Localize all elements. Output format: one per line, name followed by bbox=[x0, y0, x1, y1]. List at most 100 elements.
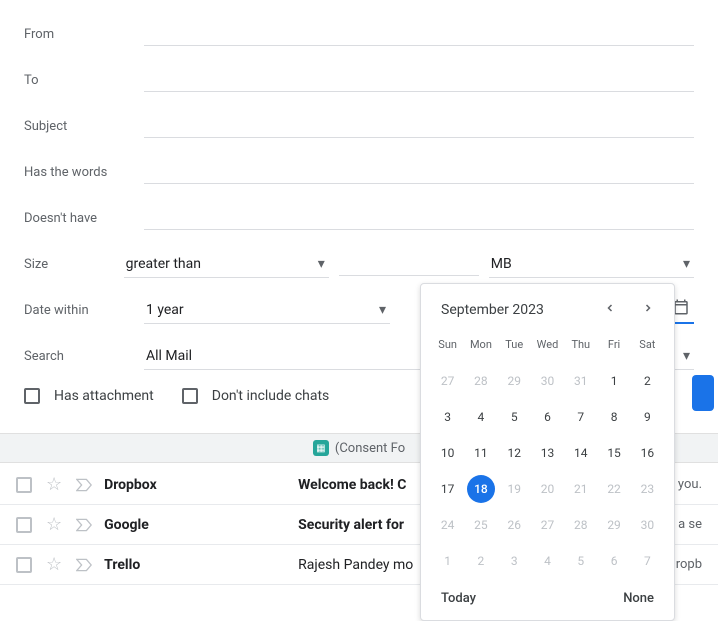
importance-marker-icon[interactable] bbox=[76, 558, 90, 572]
datepicker-day[interactable]: 5 bbox=[567, 547, 595, 575]
datepicker-dow: Tue bbox=[498, 332, 531, 359]
datepicker-day[interactable]: 10 bbox=[434, 439, 462, 467]
datepicker-day[interactable]: 17 bbox=[434, 475, 462, 503]
checkbox-icon bbox=[182, 388, 198, 404]
datepicker-day[interactable]: 23 bbox=[633, 475, 661, 503]
datepicker-day[interactable]: 30 bbox=[633, 511, 661, 539]
datepicker-day[interactable]: 11 bbox=[467, 439, 495, 467]
datepicker-day[interactable]: 8 bbox=[600, 403, 628, 431]
datepicker-dow: Mon bbox=[464, 332, 497, 359]
has-attachment-checkbox[interactable]: Has attachment bbox=[24, 388, 154, 404]
datepicker-day[interactable]: 21 bbox=[567, 475, 595, 503]
datepicker-day[interactable]: 25 bbox=[467, 511, 495, 539]
from-label: From bbox=[24, 27, 144, 42]
datepicker-day[interactable]: 27 bbox=[434, 367, 462, 395]
importance-marker-icon[interactable] bbox=[76, 518, 90, 532]
datepicker-day[interactable]: 24 bbox=[434, 511, 462, 539]
has-words-label: Has the words bbox=[24, 165, 144, 180]
subject-label: Subject bbox=[24, 119, 144, 134]
mail-checkbox[interactable] bbox=[16, 477, 32, 493]
datepicker-day[interactable]: 1 bbox=[434, 547, 462, 575]
date-within-label: Date within bbox=[24, 303, 144, 318]
size-unit-value: MB bbox=[491, 256, 512, 272]
datepicker-day[interactable]: 1 bbox=[600, 367, 628, 395]
sheets-icon: ▦ bbox=[313, 440, 329, 456]
datepicker-today-button[interactable]: Today bbox=[441, 591, 476, 606]
mail-checkbox[interactable] bbox=[16, 557, 32, 573]
doesnt-have-label: Doesn't have bbox=[24, 211, 144, 226]
dont-include-chats-checkbox[interactable]: Don't include chats bbox=[182, 388, 330, 404]
size-operator-select[interactable]: greater than ▾ bbox=[124, 250, 329, 278]
datepicker-day[interactable]: 14 bbox=[567, 439, 595, 467]
attachment-chip-label[interactable]: (Consent Fo bbox=[335, 441, 405, 456]
star-icon[interactable]: ☆ bbox=[46, 556, 62, 574]
datepicker-dow: Thu bbox=[564, 332, 597, 359]
datepicker-day[interactable]: 22 bbox=[600, 475, 628, 503]
date-within-value: 1 year bbox=[146, 302, 184, 318]
size-label: Size bbox=[24, 257, 124, 272]
datepicker-none-button[interactable]: None bbox=[623, 591, 654, 606]
datepicker-day[interactable]: 28 bbox=[467, 367, 495, 395]
datepicker-day[interactable]: 2 bbox=[467, 547, 495, 575]
datepicker-day[interactable]: 31 bbox=[567, 367, 595, 395]
checkbox-icon bbox=[24, 388, 40, 404]
datepicker-day[interactable]: 28 bbox=[567, 511, 595, 539]
dropdown-arrow-icon: ▾ bbox=[683, 348, 690, 364]
has-words-input[interactable] bbox=[144, 160, 694, 184]
datepicker-day[interactable]: 7 bbox=[567, 403, 595, 431]
star-icon[interactable]: ☆ bbox=[46, 516, 62, 534]
datepicker-day[interactable]: 20 bbox=[533, 475, 561, 503]
datepicker-day[interactable]: 2 bbox=[633, 367, 661, 395]
size-operator-value: greater than bbox=[126, 256, 201, 272]
search-in-value: All Mail bbox=[146, 348, 192, 364]
to-label: To bbox=[24, 73, 144, 88]
datepicker-day[interactable]: 26 bbox=[500, 511, 528, 539]
has-attachment-label: Has attachment bbox=[54, 388, 154, 404]
size-unit-select[interactable]: MB ▾ bbox=[489, 250, 694, 278]
datepicker-day[interactable]: 29 bbox=[600, 511, 628, 539]
datepicker-dow: Sun bbox=[431, 332, 464, 359]
importance-marker-icon[interactable] bbox=[76, 478, 90, 492]
search-in-label: Search bbox=[24, 349, 144, 364]
datepicker-dow: Wed bbox=[531, 332, 564, 359]
datepicker-day[interactable]: 29 bbox=[500, 367, 528, 395]
datepicker-day[interactable]: 13 bbox=[533, 439, 561, 467]
datepicker-day[interactable]: 18 bbox=[467, 475, 495, 503]
next-month-button[interactable] bbox=[638, 298, 658, 322]
mail-sender: Trello bbox=[104, 557, 284, 573]
dropdown-arrow-icon: ▾ bbox=[683, 256, 690, 272]
mail-sender: Google bbox=[104, 517, 284, 533]
datepicker-day[interactable]: 16 bbox=[633, 439, 661, 467]
mail-checkbox[interactable] bbox=[16, 517, 32, 533]
datepicker-day[interactable]: 27 bbox=[533, 511, 561, 539]
size-value-input[interactable] bbox=[339, 252, 479, 276]
mail-sender: Dropbox bbox=[104, 477, 284, 493]
datepicker-day[interactable]: 12 bbox=[500, 439, 528, 467]
datepicker-day[interactable]: 3 bbox=[500, 547, 528, 575]
datepicker-day[interactable]: 15 bbox=[600, 439, 628, 467]
star-icon[interactable]: ☆ bbox=[46, 476, 62, 494]
subject-input[interactable] bbox=[144, 114, 694, 138]
datepicker-day[interactable]: 4 bbox=[467, 403, 495, 431]
datepicker-dow: Fri bbox=[597, 332, 630, 359]
dropdown-arrow-icon: ▾ bbox=[318, 256, 325, 272]
prev-month-button[interactable] bbox=[600, 298, 620, 322]
dropdown-arrow-icon: ▾ bbox=[379, 302, 386, 318]
datepicker-day[interactable]: 6 bbox=[600, 547, 628, 575]
datepicker-day[interactable]: 7 bbox=[633, 547, 661, 575]
to-input[interactable] bbox=[144, 68, 694, 92]
datepicker-day[interactable]: 4 bbox=[533, 547, 561, 575]
from-input[interactable] bbox=[144, 22, 694, 46]
doesnt-have-input[interactable] bbox=[144, 206, 694, 230]
datepicker-day[interactable]: 6 bbox=[533, 403, 561, 431]
datepicker-day[interactable]: 30 bbox=[533, 367, 561, 395]
date-picker: September 2023 SunMonTueWedThuFriSat2728… bbox=[420, 283, 675, 621]
search-button[interactable] bbox=[692, 375, 714, 411]
date-within-select[interactable]: 1 year ▾ bbox=[144, 296, 390, 324]
datepicker-day[interactable]: 5 bbox=[500, 403, 528, 431]
datepicker-day[interactable]: 9 bbox=[633, 403, 661, 431]
datepicker-day[interactable]: 3 bbox=[434, 403, 462, 431]
datepicker-month-title: September 2023 bbox=[441, 302, 544, 318]
datepicker-day[interactable]: 19 bbox=[500, 475, 528, 503]
datepicker-dow: Sat bbox=[631, 332, 664, 359]
